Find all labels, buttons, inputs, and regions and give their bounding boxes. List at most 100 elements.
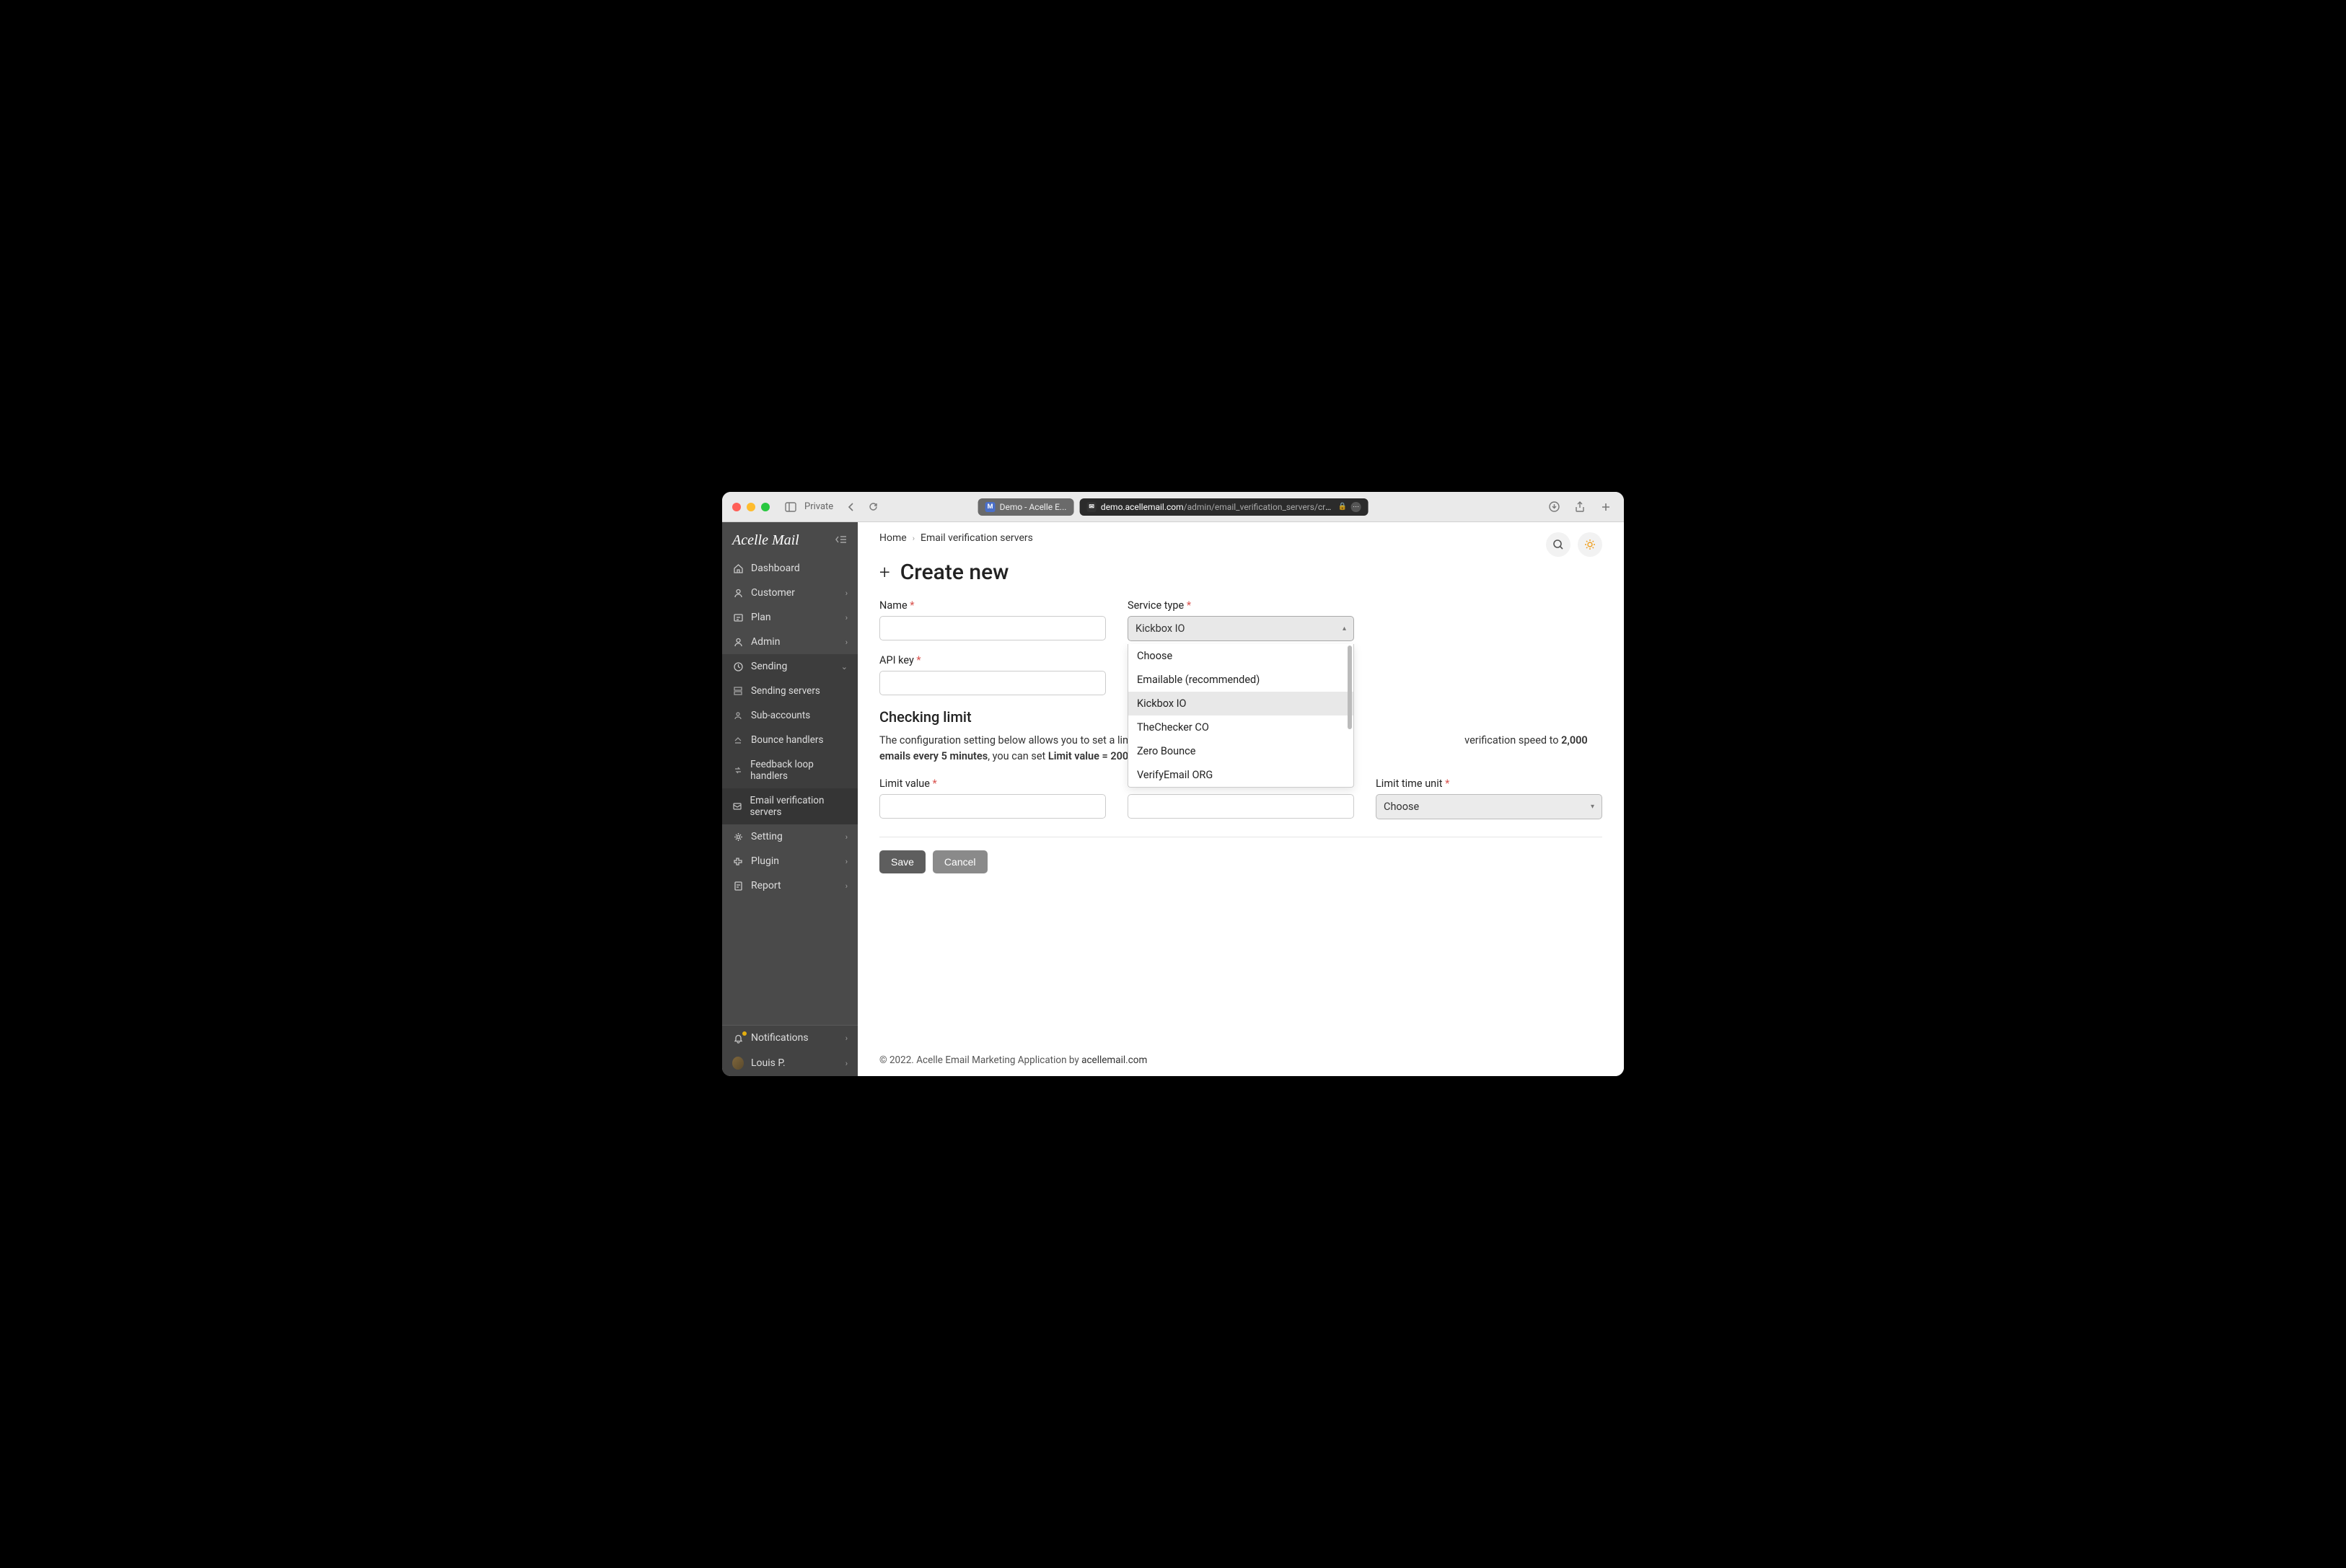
close-window-button[interactable]: [732, 503, 741, 511]
nav-bounce-handlers[interactable]: Bounce handlers: [722, 728, 858, 752]
sidebar-bottom: Notifications › Louis P. ›: [722, 1025, 858, 1076]
dropdown-option-zerobounce[interactable]: Zero Bounce: [1128, 739, 1353, 763]
reload-button[interactable]: [865, 499, 881, 515]
nav-sub-accounts[interactable]: Sub-accounts: [722, 703, 858, 728]
back-button[interactable]: [843, 499, 859, 515]
save-button[interactable]: Save: [879, 850, 926, 873]
limit-base-input[interactable]: [1128, 794, 1354, 819]
report-icon: [732, 881, 744, 891]
nav-label: Email verification servers: [750, 795, 848, 818]
nav-admin[interactable]: Admin ›: [722, 630, 858, 654]
collapse-sidebar-icon[interactable]: [835, 534, 848, 547]
plus-icon: +: [879, 562, 890, 583]
breadcrumb-current[interactable]: Email verification servers: [921, 532, 1033, 544]
theme-toggle-button[interactable]: [1578, 532, 1602, 557]
limit-value-field-group: Limit value *: [879, 778, 1106, 819]
chevron-down-icon: ⌄: [841, 662, 848, 671]
dropdown-scrollbar[interactable]: [1348, 646, 1352, 785]
browser-window: Private M Demo - Acelle E... ✉ demo.acel…: [722, 492, 1624, 1076]
minimize-window-button[interactable]: [747, 503, 755, 511]
new-tab-icon[interactable]: [1598, 499, 1614, 515]
plan-icon: [732, 612, 744, 623]
service-type-label: Service type *: [1128, 599, 1354, 612]
nav-label: Plan: [751, 612, 771, 623]
nav-label: Sending: [751, 661, 787, 672]
tab-favicon: M: [985, 502, 996, 512]
nav-setting[interactable]: Setting ›: [722, 824, 858, 849]
loop-icon: [732, 765, 743, 775]
footer: © 2022. Acelle Email Marketing Applicati…: [858, 1044, 1624, 1076]
name-input[interactable]: [879, 616, 1106, 640]
breadcrumb: Home › Email verification servers: [879, 532, 1033, 544]
browser-tab-2-active[interactable]: ✉ demo.acellemail.com/admin/email_verifi…: [1079, 498, 1368, 516]
share-icon[interactable]: [1572, 499, 1588, 515]
limit-time-unit-label: Limit time unit *: [1376, 778, 1602, 790]
topbar: Home › Email verification servers: [858, 522, 1624, 557]
name-label: Name *: [879, 599, 1106, 612]
dropdown-option-verifyemail[interactable]: VerifyEmail ORG: [1128, 763, 1353, 787]
nav-customer[interactable]: Customer ›: [722, 581, 858, 605]
nav-notifications[interactable]: Notifications ›: [722, 1026, 858, 1050]
service-type-select[interactable]: Kickbox IO ▴: [1128, 616, 1354, 641]
nav-label: Louis P.: [751, 1057, 786, 1069]
nav-user-profile[interactable]: Louis P. ›: [722, 1050, 858, 1076]
download-icon[interactable]: [1546, 499, 1562, 515]
nav: Dashboard Customer › Plan › Admin ›: [722, 556, 858, 1025]
dropdown-option-choose[interactable]: Choose: [1128, 644, 1353, 668]
chevron-right-icon: ›: [845, 857, 848, 866]
dropdown-option-kickbox[interactable]: Kickbox IO: [1128, 692, 1353, 715]
nav-label: Bounce handlers: [751, 734, 823, 746]
dropdown-option-thechecker[interactable]: TheChecker CO: [1128, 715, 1353, 739]
chevron-right-icon: ›: [845, 881, 848, 891]
top-actions: [1546, 532, 1602, 557]
nav-email-verification-servers[interactable]: Email verification servers: [722, 788, 858, 824]
users-icon: [732, 710, 744, 721]
select-value: Choose: [1384, 801, 1419, 813]
limit-time-unit-select[interactable]: Choose ▾: [1376, 794, 1602, 819]
limit-value-input[interactable]: [879, 794, 1106, 819]
footer-link[interactable]: acellemail.com: [1081, 1054, 1147, 1066]
nav-label: Setting: [751, 831, 783, 842]
api-key-field-group: API key *: [879, 654, 1106, 695]
maximize-window-button[interactable]: [761, 503, 770, 511]
avatar: [732, 1057, 744, 1070]
page-title: + Create new: [858, 557, 1624, 599]
nav-plan[interactable]: Plan ›: [722, 605, 858, 630]
search-button[interactable]: [1546, 532, 1570, 557]
nav-sending[interactable]: Sending ⌄: [722, 654, 858, 679]
browser-tabs: M Demo - Acelle E... ✉ demo.acellemail.c…: [978, 498, 1368, 516]
spacer: [1376, 599, 1602, 641]
admin-icon: [732, 637, 744, 648]
lock-icon: 🔒: [1337, 503, 1346, 511]
nav-label: Sub-accounts: [751, 710, 810, 721]
titlebar: Private M Demo - Acelle E... ✉ demo.acel…: [722, 492, 1624, 522]
nav-label: Sending servers: [751, 685, 820, 697]
titlebar-right: [1546, 499, 1614, 515]
browser-tab-1[interactable]: M Demo - Acelle E...: [978, 498, 1074, 516]
user-icon: [732, 588, 744, 599]
nav-report[interactable]: Report ›: [722, 873, 858, 898]
nav-label: Customer: [751, 587, 795, 599]
nav-sending-servers[interactable]: Sending servers: [722, 679, 858, 703]
logo-text: Acelle Mail: [732, 532, 799, 549]
nav-plugin[interactable]: Plugin ›: [722, 849, 858, 873]
chevron-right-icon: ›: [845, 589, 848, 598]
api-key-input[interactable]: [879, 671, 1106, 695]
sidebar-toggle-icon[interactable]: [783, 499, 799, 515]
breadcrumb-home[interactable]: Home: [879, 532, 907, 544]
tab-title: Demo - Acelle E...: [1000, 502, 1067, 512]
nav-feedback-loop[interactable]: Feedback loop handlers: [722, 752, 858, 788]
cancel-button[interactable]: Cancel: [933, 850, 988, 873]
logo-area: Acelle Mail: [722, 522, 858, 556]
server-icon: [732, 686, 744, 696]
gear-icon: [732, 832, 744, 842]
nav-label: Report: [751, 880, 781, 891]
tab-more-icon[interactable]: ⋯: [1351, 502, 1361, 512]
plugin-icon: [732, 856, 744, 867]
nav-dashboard[interactable]: Dashboard: [722, 556, 858, 581]
service-type-field-group: Service type * Kickbox IO ▴ Choose Email…: [1128, 599, 1354, 641]
dropdown-option-emailable[interactable]: Emailable (recommended): [1128, 668, 1353, 692]
content: Name * Service type * Kickbox IO ▴ Choos…: [858, 599, 1624, 1044]
chevron-up-icon: ▴: [1343, 625, 1346, 633]
home-icon: [732, 563, 744, 574]
